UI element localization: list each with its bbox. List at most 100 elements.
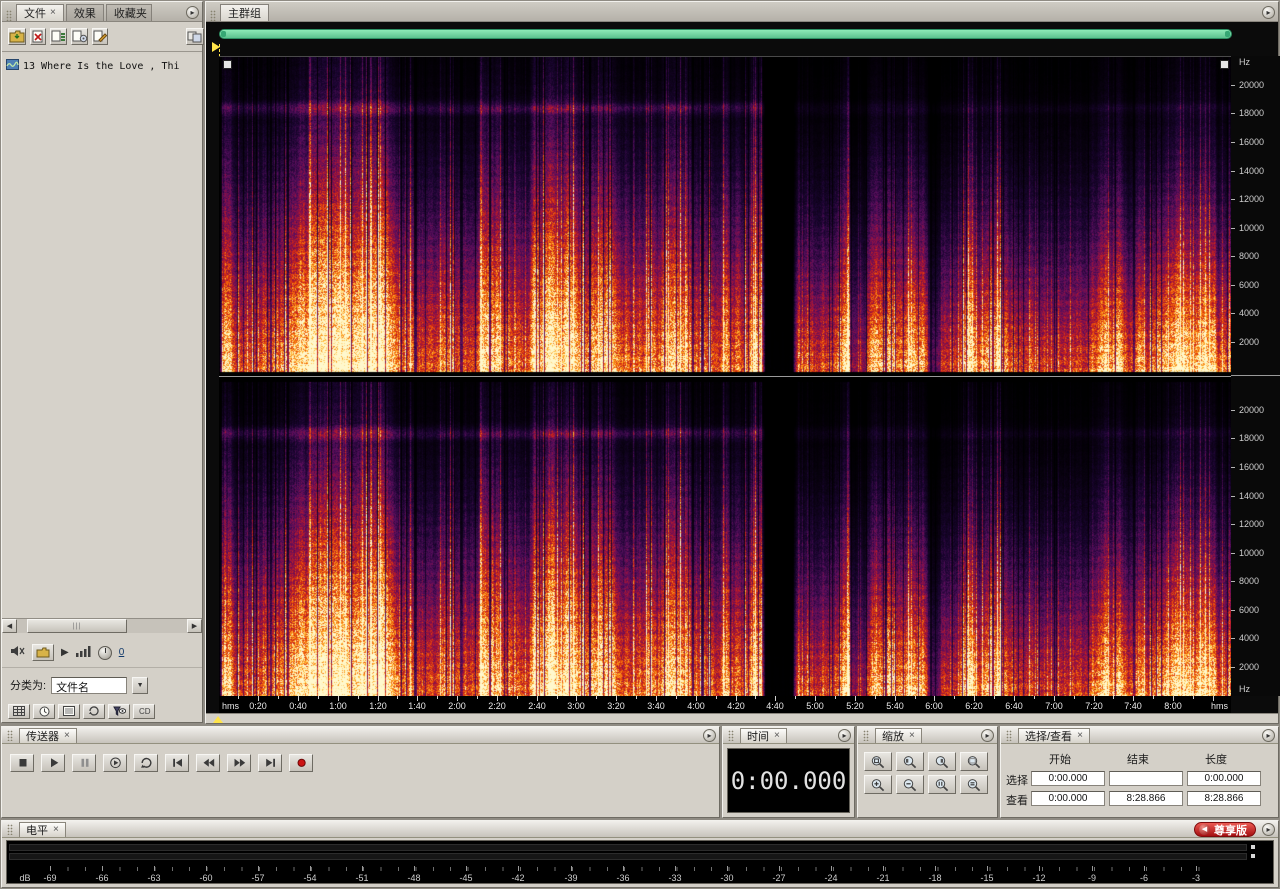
tab-main-group[interactable]: 主群组: [220, 4, 269, 21]
stop-button[interactable]: [10, 754, 34, 772]
transport-panel-tab[interactable]: 传送器 ×: [19, 727, 77, 743]
freq-tick: [1231, 524, 1235, 525]
panel-menu-icon[interactable]: ▸: [186, 6, 199, 19]
db-label: -9: [1087, 873, 1096, 883]
file-list[interactable]: 13 Where Is the Love , Thi: [2, 54, 202, 618]
view-toggle-grid-icon[interactable]: [8, 703, 30, 719]
loop-button[interactable]: [134, 754, 158, 772]
meter-bars-icon[interactable]: [75, 644, 91, 662]
rewind-button[interactable]: [196, 754, 220, 772]
view-toggle-loop-icon[interactable]: [83, 703, 105, 719]
zoom-selection-left-button[interactable]: [896, 752, 924, 771]
preview-play-icon[interactable]: ▶: [61, 647, 69, 658]
zoom-selection-right-button[interactable]: [928, 752, 956, 771]
selection-field[interactable]: [1109, 771, 1183, 786]
options-view-icon[interactable]: [186, 28, 204, 45]
play-looped-button[interactable]: [103, 754, 127, 772]
panel-menu-icon[interactable]: ▸: [981, 729, 994, 742]
zoom-out-horizontal-button[interactable]: [896, 775, 924, 794]
level-meter[interactable]: dB -69 -66 -63 -60 -57 -54 -51 -48 -45 -42 -39 -36-…: [6, 840, 1274, 884]
close-file-icon[interactable]: [30, 28, 46, 45]
panel-menu-icon[interactable]: ▸: [1262, 6, 1275, 19]
panel-grip[interactable]: [728, 729, 734, 741]
corner-handle-right-icon[interactable]: [1220, 60, 1229, 69]
import-file-icon[interactable]: [8, 28, 26, 45]
play-button[interactable]: [41, 754, 65, 772]
corner-handle-left-icon[interactable]: [223, 60, 232, 69]
autoplay-button[interactable]: [32, 644, 54, 661]
close-tab-icon[interactable]: ×: [774, 730, 780, 741]
time-panel-tab[interactable]: 时间 ×: [740, 727, 787, 743]
close-tab-icon[interactable]: ×: [53, 824, 59, 835]
range-navigator-bar[interactable]: [219, 29, 1232, 39]
zoom-out-full-button[interactable]: [960, 752, 988, 771]
panel-menu-icon[interactable]: ▸: [1262, 823, 1275, 836]
zoom-to-selection-button[interactable]: [864, 752, 892, 771]
pause-button[interactable]: [72, 754, 96, 772]
panel-grip[interactable]: [1006, 729, 1012, 741]
record-button[interactable]: [289, 754, 313, 772]
channel-divider[interactable]: [219, 376, 1280, 377]
playhead-top-marker[interactable]: [212, 42, 220, 52]
sort-dropdown[interactable]: 文件名: [51, 676, 128, 694]
volume-knob[interactable]: [97, 645, 112, 660]
tab-effects[interactable]: 效果: [65, 4, 104, 21]
scrollbar-track[interactable]: |||: [17, 619, 187, 633]
view-toggle-list-icon[interactable]: [58, 703, 80, 719]
scrollbar-thumb[interactable]: |||: [27, 619, 127, 633]
panel-grip[interactable]: [7, 729, 13, 741]
panel-menu-icon[interactable]: ▸: [1262, 729, 1275, 742]
selection-field[interactable]: 0:00.000: [1031, 771, 1105, 786]
view-toggle-filter-eye-icon[interactable]: [108, 703, 130, 719]
file-list-item[interactable]: 13 Where Is the Love , Thi: [2, 54, 202, 78]
selection-panel-tab[interactable]: 选择/查看 ×: [1018, 727, 1090, 743]
tab-favorites[interactable]: 收藏夹: [105, 4, 152, 21]
scroll-left-icon[interactable]: ◀: [2, 619, 17, 633]
freq-tick: [1231, 610, 1235, 611]
zoom-out-vertical-button[interactable]: [960, 775, 988, 794]
playhead-bottom-marker[interactable]: [213, 716, 223, 723]
go-to-start-button[interactable]: [165, 754, 189, 772]
selection-field[interactable]: 0:00.000: [1031, 791, 1105, 806]
preview-controls: ▶ 0: [2, 638, 202, 668]
chevron-down-icon[interactable]: ▼: [132, 676, 149, 694]
level-panel-tab[interactable]: 电平 ×: [19, 821, 66, 837]
scroll-right-icon[interactable]: ▶: [187, 619, 202, 633]
navigator-left-handle[interactable]: [221, 31, 226, 37]
volume-value-link[interactable]: 0: [119, 647, 125, 658]
file-list-scrollbar[interactable]: ◀ ||| ▶: [2, 618, 202, 633]
insert-into-multitrack-icon[interactable]: [50, 28, 67, 45]
selection-table: 开始 结束 长度 选择 0:00.000 0:00.000 查看 0:00.000 8:28.8…: [1001, 744, 1278, 817]
close-tab-icon[interactable]: ×: [909, 730, 915, 741]
fast-forward-button[interactable]: [227, 754, 251, 772]
clip-indicator-left[interactable]: [1251, 845, 1255, 849]
panel-grip[interactable]: [6, 10, 12, 21]
selection-col-header: 开始: [1049, 754, 1071, 766]
panel-menu-icon[interactable]: ▸: [703, 729, 716, 742]
frequency-ruler[interactable]: Hz 20000 20000 18000 18000 16000 16000 14000 140…: [1231, 56, 1280, 696]
mute-speaker-icon[interactable]: [10, 644, 25, 662]
selection-field[interactable]: 8:28.866: [1109, 791, 1183, 806]
premium-badge[interactable]: ◀ 尊享版: [1194, 822, 1256, 837]
insert-into-cd-icon[interactable]: [71, 28, 88, 45]
zoom-panel-tab[interactable]: 缩放 ×: [875, 727, 922, 743]
selection-field[interactable]: 0:00.000: [1187, 771, 1261, 786]
view-toggle-cd-text-icon[interactable]: CD: [133, 703, 155, 719]
selection-field[interactable]: 8:28.866: [1187, 791, 1261, 806]
close-tab-icon[interactable]: ×: [50, 8, 56, 18]
clip-indicator-right[interactable]: [1251, 854, 1255, 858]
close-tab-icon[interactable]: ×: [64, 730, 70, 741]
panel-grip[interactable]: [210, 10, 216, 21]
view-toggle-clock-icon[interactable]: [33, 703, 55, 719]
zoom-in-vertical-button[interactable]: [928, 775, 956, 794]
go-to-end-button[interactable]: [258, 754, 282, 772]
close-tab-icon[interactable]: ×: [1077, 730, 1083, 741]
tab-files[interactable]: 文件 ×: [16, 4, 64, 21]
panel-grip[interactable]: [7, 823, 13, 835]
zoom-in-horizontal-button[interactable]: [864, 775, 892, 794]
panel-menu-icon[interactable]: ▸: [838, 729, 851, 742]
panel-grip[interactable]: [863, 729, 869, 741]
navigator-right-handle[interactable]: [1225, 31, 1230, 37]
timeline-ruler[interactable]: hms hms 0:20 0:40 1:00 1:20 1:40 2:00 2:20 2:40 3:…: [219, 696, 1231, 713]
edit-original-icon[interactable]: [92, 28, 108, 45]
